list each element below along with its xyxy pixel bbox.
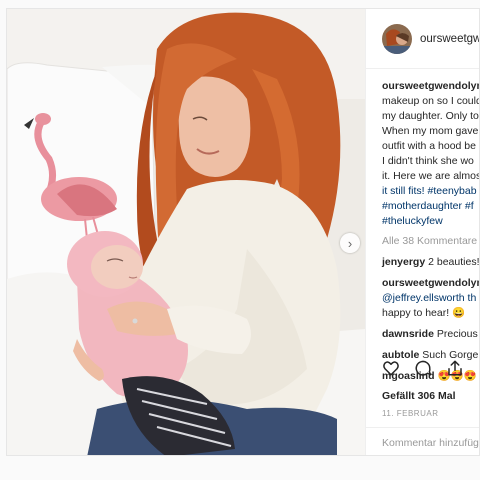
comment-text: happy to hear! 😀 bbox=[382, 307, 466, 319]
photo-illustration bbox=[7, 9, 365, 455]
caption-line: outfit with a hood be bbox=[382, 140, 476, 152]
post-sidebar: oursweetgwendolyn oursweetgwendolyn make… bbox=[365, 9, 480, 455]
caption-author[interactable]: oursweetgwendolyn bbox=[382, 79, 479, 94]
caption-line: I didn't think she wo bbox=[382, 155, 474, 167]
instagram-post: › oursweetgwendolyn oursweetgwendolyn ma… bbox=[6, 8, 480, 456]
caption-line: makeup on so I could bbox=[382, 95, 480, 107]
avatar[interactable] bbox=[382, 23, 412, 54]
avatar-image bbox=[382, 23, 412, 54]
header-username[interactable]: oursweetgwendolyn bbox=[420, 33, 479, 45]
comment-text[interactable]: @jeffrey.ellsworth th bbox=[382, 291, 479, 306]
comment-item: dawnsride Precious bbox=[382, 327, 479, 342]
view-all-comments-link[interactable]: Alle 38 Kommentare bbox=[382, 234, 479, 249]
comment-username[interactable]: dawnsride bbox=[382, 328, 434, 340]
post-date: 11. FEBRUAR bbox=[382, 409, 439, 418]
comments-section: oursweetgwendolyn makeup on so I could m… bbox=[366, 69, 480, 384]
comment-text: 2 beauties! bbox=[428, 256, 480, 268]
comment-item: jenyergy 2 beauties! bbox=[382, 255, 480, 270]
caption-line: my daughter. Only to bbox=[382, 110, 479, 122]
likes-count[interactable]: Gefällt 306 Mal bbox=[382, 390, 456, 402]
share-icon[interactable] bbox=[446, 359, 464, 377]
comment-item: oursweetgwendolyn @jeffrey.ellsworth th … bbox=[382, 276, 479, 321]
post-header: oursweetgwendolyn bbox=[366, 9, 479, 69]
caption-line[interactable]: #motherdaughter #f bbox=[382, 199, 479, 214]
next-photo-button[interactable]: › bbox=[340, 233, 360, 253]
caption-line: When my mom gave bbox=[382, 125, 479, 137]
comment-username[interactable]: oursweetgwendolyn bbox=[382, 276, 479, 291]
post-actions bbox=[382, 359, 464, 377]
caption-line[interactable]: it still fits! #teenybab bbox=[382, 184, 479, 199]
caption-line: it. Here we are almos bbox=[382, 170, 480, 182]
comment-icon[interactable] bbox=[414, 359, 432, 377]
comment-username[interactable]: jenyergy bbox=[382, 256, 425, 268]
heart-icon[interactable] bbox=[382, 359, 400, 377]
add-comment-input[interactable]: Kommentar hinzufüg bbox=[366, 427, 479, 455]
comment-text: Precious bbox=[436, 328, 478, 340]
post-photo[interactable]: › bbox=[7, 9, 365, 455]
chevron-right-icon: › bbox=[347, 235, 353, 251]
caption-line[interactable]: #theluckyfew bbox=[382, 214, 479, 229]
